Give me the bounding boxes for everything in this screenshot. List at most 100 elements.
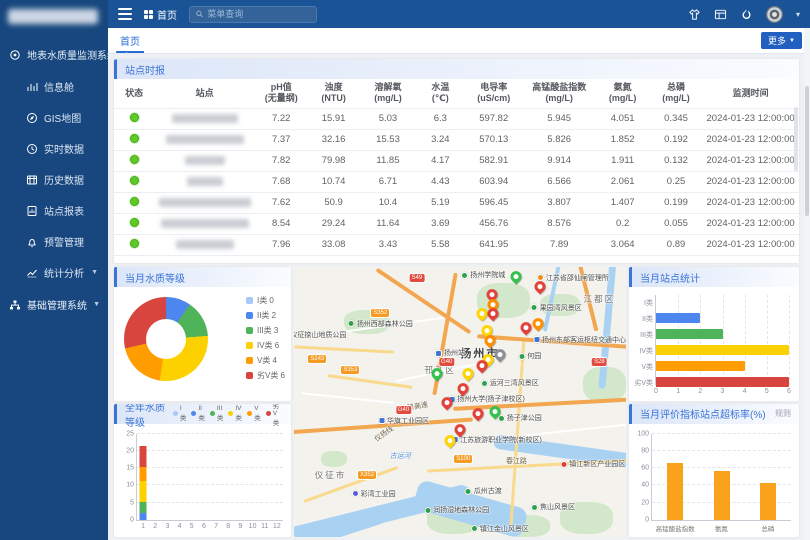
gridline: [137, 502, 283, 503]
main-content: 站点时报 状态站点pH值(无量纲)浊度(NTU)溶解氧(mg/L)水温(℃)电导…: [108, 54, 810, 540]
year-legend-item[interactable]: II类: [191, 405, 205, 422]
year-legend-item[interactable]: 劣V类: [266, 404, 283, 428]
redacted-station-name: [172, 114, 238, 123]
hbar[interactable]: [656, 345, 789, 355]
stacked-bar-month-1[interactable]: [140, 446, 147, 520]
home-breadcrumb[interactable]: 首页: [144, 7, 177, 22]
sidebar-item-预警管理[interactable]: 预警管理: [0, 226, 108, 257]
year-legend-item[interactable]: III类: [210, 405, 224, 422]
hbar[interactable]: [656, 313, 700, 323]
rate-bar-总磷[interactable]: [760, 483, 776, 520]
legend-item-I类[interactable]: I类 0: [246, 295, 285, 306]
legend-label: V类 4: [257, 355, 277, 366]
y-axis-tick: 100: [637, 430, 652, 437]
sidebar-group-地表水质量监测系统[interactable]: 地表水质量监测系统▲: [0, 38, 108, 71]
value-cell: 11.85: [360, 150, 416, 171]
poi-green-icon: [471, 525, 478, 532]
rules-link[interactable]: 规则: [775, 408, 791, 419]
value-cell: 1.911: [595, 150, 649, 171]
map-poi-label: 江苏省邵仙闸管理所: [537, 273, 609, 283]
sys-icon: [9, 49, 21, 61]
sidebar-item-站点报表[interactable]: 站点报表: [0, 195, 108, 226]
stack-segment: [140, 446, 147, 467]
sidebar-group-基础管理系统[interactable]: 基础管理系统▼: [0, 288, 108, 321]
panel-title-year-grade: 全年水质等级 I类II类III类IV类V类劣V类: [114, 404, 291, 424]
station-name-cell: [154, 234, 255, 255]
layout-icon[interactable]: [714, 8, 727, 21]
year-legend-item[interactable]: IV类: [228, 405, 242, 422]
legend-item-V类[interactable]: V类 4: [246, 355, 285, 366]
map-poi-label: 华旗工业园区: [378, 416, 429, 426]
gridline: [137, 484, 283, 485]
gridline: [137, 467, 283, 468]
collapse-menu-button[interactable]: [118, 8, 132, 20]
station-pin-green[interactable]: [509, 268, 525, 284]
gridline: [700, 295, 701, 385]
gis-map[interactable]: 扬州市江都区邗江区仪征市沪陕高速仪扬线春江路古运河S49G40G40S28S35…: [294, 267, 626, 537]
sidebar-item-统计分析[interactable]: 统计分析▼: [0, 257, 108, 288]
tabbar: 首页 更多▼: [108, 28, 810, 54]
value-cell: 5.826: [523, 129, 596, 150]
sidebar-item-GIS地图[interactable]: GIS地图: [0, 102, 108, 133]
status-cell: [114, 213, 154, 234]
road-shield: S49: [409, 274, 424, 282]
stack-segment: [140, 513, 147, 520]
tab-home[interactable]: 首页: [116, 28, 144, 53]
sidebar-item-信息舱[interactable]: 信息舱: [0, 71, 108, 102]
legend-item-II类[interactable]: II类 2: [246, 310, 285, 321]
column-header: 状态: [114, 79, 154, 108]
y-axis-tick: 15: [126, 465, 137, 472]
avatar-chevron-down-icon[interactable]: ▾: [796, 10, 800, 19]
hbar[interactable]: [656, 329, 723, 339]
menu-search[interactable]: [189, 6, 317, 23]
year-legend-item[interactable]: V类: [247, 405, 261, 422]
poi-text: 华旗工业园区: [387, 416, 429, 426]
hbar[interactable]: [656, 361, 745, 371]
chevron-down-icon: ▼: [789, 38, 795, 44]
page-scrollbar[interactable]: [804, 28, 810, 540]
sidebar-item-label: 实时数据: [44, 141, 84, 156]
sidebar-item-历史数据[interactable]: 历史数据: [0, 164, 108, 195]
sidebar-item-实时数据[interactable]: 实时数据: [0, 133, 108, 164]
table-scrollbar[interactable]: [794, 107, 798, 171]
more-button[interactable]: 更多▼: [761, 32, 802, 49]
value-cell: 2024-01-23 12:00:00: [702, 108, 799, 129]
redacted-station-name: [185, 156, 225, 165]
poi-text: 扬州东部客运枢纽交通中心: [542, 335, 626, 345]
rate-bar-氨氮[interactable]: [714, 471, 730, 520]
exceed-rate-panel: 当月评价指标站点超标率(%) 规则 020406080100高锰酸盐指数氨氮总磷: [629, 404, 799, 538]
legend-label: IV类 6: [257, 340, 279, 351]
legend-label: II类: [198, 405, 205, 422]
column-header: 氨氮(mg/L): [595, 79, 649, 108]
poi-text: 仪征捺山地质公园: [294, 330, 346, 340]
rpt-icon: [26, 205, 38, 217]
flame-icon[interactable]: [740, 8, 753, 21]
theme-skin-icon[interactable]: [688, 8, 701, 21]
grid-icon: [144, 10, 153, 19]
legend-swatch: [246, 357, 253, 364]
value-cell: 0.055: [650, 213, 702, 234]
map-poi-label: 扬州学院城: [461, 270, 505, 280]
hbar-row-IV类: IV类: [656, 345, 789, 355]
value-cell: 2024-01-23 12:00:00: [702, 150, 799, 171]
category-label: I类: [644, 298, 656, 308]
user-avatar[interactable]: [766, 6, 783, 23]
value-cell: 10.74: [307, 171, 359, 192]
legend-item-III类[interactable]: III类 3: [246, 325, 285, 336]
y-axis-tick: 20: [126, 447, 137, 454]
category-label: II类: [642, 314, 656, 324]
search-input[interactable]: [207, 9, 310, 19]
legend-item-劣V类[interactable]: 劣V类 6: [246, 370, 285, 381]
year-legend-item[interactable]: I类: [173, 405, 187, 422]
value-cell: 7.68: [255, 171, 307, 192]
legend-swatch: [266, 411, 271, 416]
x-axis-tick: 4: [178, 520, 182, 530]
value-cell: 0.345: [650, 108, 702, 129]
hbar[interactable]: [656, 377, 789, 387]
poi-text: 扬州西部森林公园: [357, 319, 413, 329]
value-cell: 641.95: [465, 234, 523, 255]
value-cell: 0.192: [650, 129, 702, 150]
legend-item-IV类[interactable]: IV类 6: [246, 340, 285, 351]
sidebar-item-label: 历史数据: [44, 172, 84, 187]
rate-bar-高锰酸盐指数[interactable]: [667, 463, 683, 520]
